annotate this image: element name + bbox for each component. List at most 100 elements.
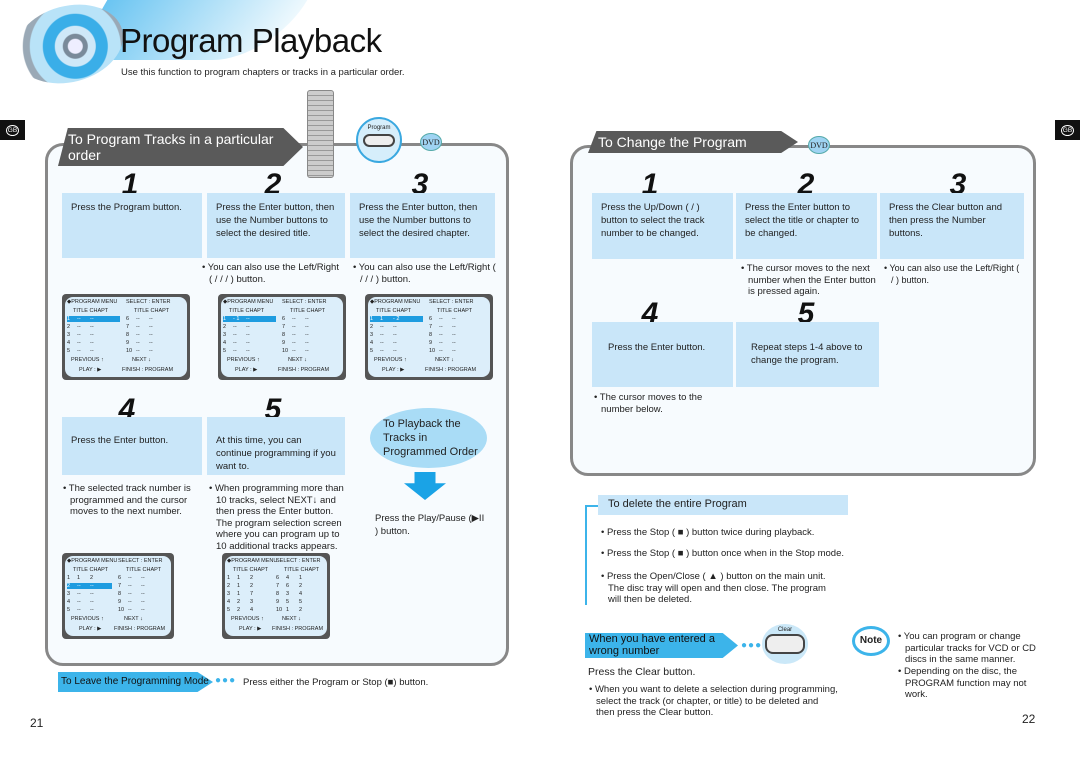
entry-cell: 1	[370, 316, 374, 322]
program-entry-row: 10 1 2	[276, 607, 319, 613]
remote-control-icon	[307, 90, 334, 178]
entry-cell: --	[90, 316, 94, 322]
play-label: PLAY : ▶	[382, 367, 405, 373]
program-entry-row: 6 -- --	[282, 316, 335, 322]
column-header: TITLE CHAPT	[134, 308, 170, 314]
select-label: SELECT : ENTER	[429, 299, 474, 305]
entry-cell: 5	[67, 348, 71, 354]
entry-cell: --	[439, 348, 443, 354]
note-bullet: • Depending on the disc, the PROGRAM fun…	[898, 666, 1027, 700]
entry-cell: --	[452, 348, 456, 354]
entry-cell: 2	[90, 575, 94, 581]
entry-cell: --	[77, 348, 81, 354]
entry-cell: 7	[282, 324, 286, 330]
delete-bullet: • Press the Stop ( ■ ) button twice duri…	[601, 527, 815, 538]
step-2-text: Press the Enter button, then use the Num…	[207, 193, 345, 258]
entry-cell: 4	[67, 340, 71, 346]
entry-cell: 7	[126, 324, 130, 330]
play-label: PLAY : ▶	[79, 367, 102, 373]
bracket-line	[585, 505, 587, 605]
note-icon: Note	[852, 626, 890, 656]
select-label: SELECT : ENTER	[282, 299, 327, 305]
entry-cell: --	[90, 591, 94, 597]
entry-cell: 5	[370, 348, 374, 354]
program-entry-row: 8 -- --	[126, 332, 179, 338]
program-entry-row: 11 2	[227, 575, 270, 581]
entry-cell: 9	[282, 340, 286, 346]
program-entry-row: 76 2	[276, 583, 319, 589]
entry-cell: 6	[276, 575, 280, 581]
program-entry-row: 4 -- --	[223, 340, 276, 346]
column-header: TITLE CHAPT	[284, 567, 320, 573]
step-4-note: • The selected track number is programme…	[63, 483, 191, 517]
entry-cell: --	[452, 324, 456, 330]
entry-cell: 6	[429, 316, 433, 322]
delete-bullet: • Press the Open/Close ( ▲ ) button on t…	[601, 571, 826, 605]
next-label: NEXT ↓	[435, 357, 454, 363]
entry-cell: --	[149, 316, 153, 322]
entry-cell: --	[128, 575, 132, 581]
change-step-4-note: • The cursor moves to the number below.	[594, 392, 703, 415]
entry-cell: --	[439, 332, 443, 338]
entry-cell: --	[292, 316, 296, 322]
entry-cell: 2	[223, 324, 227, 330]
language-badge-right: GB	[1055, 120, 1080, 140]
program-entry-row: 2 -- --	[67, 583, 112, 589]
program-entry-row: 955	[276, 599, 319, 605]
page-title: Program Playback	[120, 22, 382, 59]
program-entry-row: 31 7	[227, 591, 270, 597]
wrong-number-text: Press the Clear button.	[588, 666, 696, 678]
entry-cell: 2	[299, 583, 303, 589]
entry-cell: 1	[67, 575, 71, 581]
change-step-1-text: Press the Up/Down ( / ) button to select…	[592, 193, 733, 259]
program-entry-row: 5 -- --	[223, 348, 276, 354]
select-label: SELECT : ENTER	[126, 299, 171, 305]
select-label: SELECT : ENTER	[276, 558, 321, 564]
playback-instruction: Press the Play/Pause (▶II ) button.	[375, 513, 485, 537]
menu-label: ◆PROGRAM MENU	[67, 558, 118, 564]
column-header: TITLE CHAPT	[73, 308, 109, 314]
entry-cell: 6	[286, 583, 290, 589]
entry-cell: --	[305, 324, 309, 330]
entry-cell: 3	[67, 332, 71, 338]
program-entry-row: 11 - 2	[370, 316, 423, 322]
finish-label: FINISH : PROGRAM	[425, 367, 477, 373]
entry-cell: --	[77, 324, 81, 330]
entry-cell: --	[305, 340, 309, 346]
program-menu-screen: ◆PROGRAM MENU SELECT : ENTER TITLE CHAPT TI…	[62, 294, 190, 380]
program-entry-row: 6 -- --	[118, 575, 163, 581]
entry-cell: --	[136, 348, 140, 354]
entry-cell: --	[128, 591, 132, 597]
entry-cell: 5	[67, 607, 71, 613]
entry-cell: 3	[223, 332, 227, 338]
column-header: TITLE CHAPT	[376, 308, 412, 314]
program-entry-row: 7 -- --	[429, 324, 482, 330]
program-entry-row: 2 -- --	[67, 324, 120, 330]
clear-button-illustration: Clear	[762, 624, 808, 664]
program-entry-row: 7 -- --	[126, 324, 179, 330]
play-label: PLAY : ▶	[79, 626, 102, 632]
entry-cell: --	[141, 599, 145, 605]
entry-cell: --	[136, 332, 140, 338]
select-label: SELECT : ENTER	[118, 558, 163, 564]
entry-cell: - 2	[393, 316, 400, 322]
entry-cell: 1	[237, 575, 241, 581]
entry-cell: --	[380, 324, 384, 330]
program-button-callout: Program	[356, 117, 402, 163]
entry-cell: --	[149, 324, 153, 330]
delete-program-title: To delete the entire Program	[598, 495, 848, 515]
entry-cell: 10	[276, 607, 283, 613]
entry-cell: --	[393, 324, 397, 330]
entry-cell: --	[452, 332, 456, 338]
entry-cell: 5	[299, 599, 303, 605]
delete-bullet: • Press the Stop ( ■ ) button once when …	[601, 548, 845, 559]
entry-cell: 3	[250, 599, 254, 605]
wrong-number-label: When you have entered a wrong number	[585, 633, 738, 658]
program-entry-row: 8 -- --	[118, 591, 163, 597]
entry-cell: --	[90, 348, 94, 354]
program-entry-row: 5 -- --	[67, 607, 112, 613]
entry-cell: --	[439, 324, 443, 330]
program-entry-row: 11 2	[67, 575, 112, 581]
entry-cell: 4	[227, 599, 231, 605]
entry-cell: --	[305, 332, 309, 338]
